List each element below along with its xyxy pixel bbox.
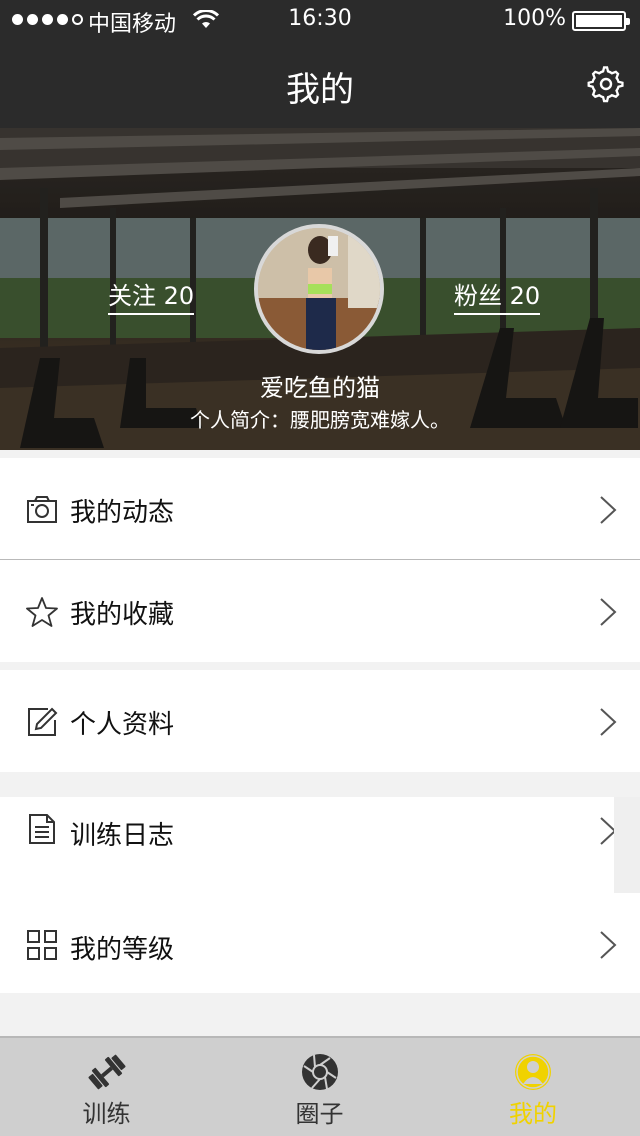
camera-icon <box>27 496 57 523</box>
status-bar: 中国移动 16:30 100% <box>0 0 640 40</box>
tab-label: 我的 <box>509 1100 557 1128</box>
fans-count-link[interactable]: 粉丝 20 <box>454 276 541 315</box>
chevron-right-icon <box>600 598 617 626</box>
menu-item-my-level[interactable]: 我的等级 <box>0 893 640 993</box>
tab-label: 训练 <box>82 1100 131 1128</box>
battery-icon <box>572 11 630 31</box>
tab-circle[interactable]: 圈子 <box>213 1038 426 1136</box>
top-bar: 中国移动 16:30 100% 我的 <box>0 0 640 128</box>
follow-count-link[interactable]: 关注 20 <box>108 276 195 315</box>
gear-icon[interactable] <box>586 64 626 104</box>
user-icon <box>515 1054 551 1090</box>
star-icon <box>26 597 58 627</box>
aperture-icon <box>301 1054 338 1090</box>
document-icon <box>29 814 55 844</box>
battery-percent: 100% <box>503 6 566 31</box>
tab-label: 圈子 <box>295 1100 344 1128</box>
scroll-edge <box>614 797 640 893</box>
chevron-right-icon <box>600 931 617 959</box>
menu-item-profile-info[interactable]: 个人资料 <box>0 670 640 772</box>
page-title: 我的 <box>286 70 354 110</box>
menu-label: 我的收藏 <box>70 600 175 630</box>
tab-bar: 训练 圈子 我的 <box>0 1036 640 1136</box>
chevron-right-icon <box>600 708 617 736</box>
edit-icon <box>28 707 58 736</box>
nav-bar: 我的 <box>0 40 640 128</box>
bio-text: 个人简介：腰肥膀宽难嫁人。 <box>190 408 450 432</box>
menu-item-my-posts[interactable]: 我的动态 <box>0 458 640 560</box>
dumbbell-icon <box>87 1054 126 1090</box>
tab-mine[interactable]: 我的 <box>426 1038 640 1136</box>
menu-label: 训练日志 <box>70 821 175 851</box>
avatar[interactable] <box>254 224 384 354</box>
grid-icon <box>27 930 57 960</box>
menu-item-favorites[interactable]: 我的收藏 <box>0 560 640 662</box>
username: 爱吃鱼的猫 <box>260 374 380 402</box>
menu-label: 个人资料 <box>70 710 175 740</box>
menu-item-training-log[interactable]: 训练日志 <box>0 797 617 893</box>
profile-banner: 关注 20 粉丝 20 爱吃鱼的猫 个人简介：腰肥膀宽难嫁人。 <box>0 128 640 450</box>
chevron-right-icon <box>600 496 617 524</box>
menu-label: 我的等级 <box>70 935 175 965</box>
tab-training[interactable]: 训练 <box>0 1038 213 1136</box>
menu-label: 我的动态 <box>70 498 175 528</box>
